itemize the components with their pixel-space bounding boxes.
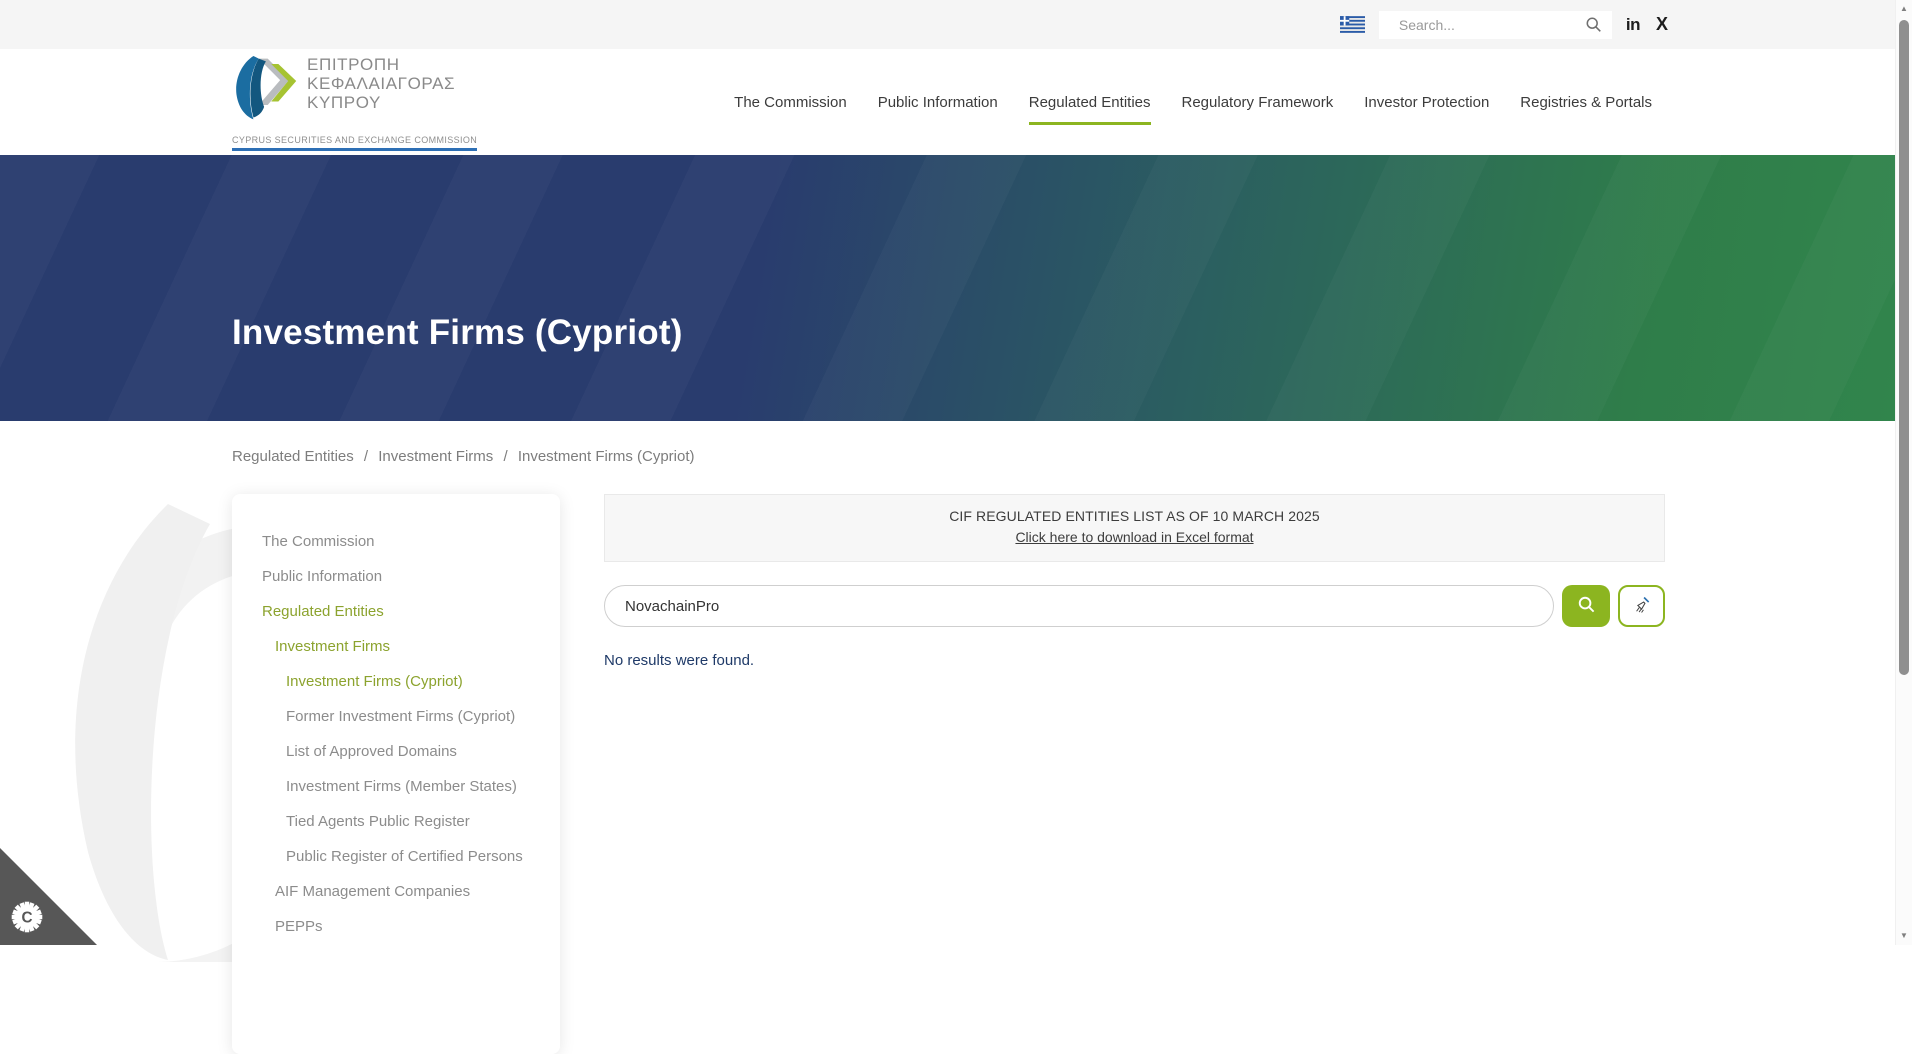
svg-text:C: C (21, 909, 32, 926)
scroll-down-icon[interactable]: ▼ (1896, 929, 1912, 943)
topbar: in X (0, 0, 1895, 49)
notice-title: CIF REGULATED ENTITIES LIST AS OF 10 MAR… (615, 508, 1654, 524)
magnifier-icon (1577, 595, 1596, 617)
breadcrumb-separator: / (364, 448, 368, 465)
nav-public-information[interactable]: Public Information (878, 94, 998, 111)
sidebar-item-public-information[interactable]: Public Information (232, 559, 560, 594)
sidebar-item-investment-firms[interactable]: Investment Firms (232, 629, 560, 664)
cookie-settings-gear-icon[interactable]: C (9, 899, 45, 938)
excel-download-link[interactable]: Click here to download in Excel format (1015, 529, 1253, 545)
search-button[interactable] (1562, 585, 1610, 627)
sidebar-item-the-commission[interactable]: The Commission (232, 524, 560, 559)
breadcrumb: Regulated Entities / Investment Firms / … (232, 448, 1895, 465)
clear-search-button[interactable] (1618, 585, 1665, 627)
sidebar-item-former-investment-firms[interactable]: Former Investment Firms (Cypriot) (232, 699, 560, 734)
search-icon[interactable] (1585, 16, 1612, 33)
page: in X ΕΠΙΤΡΟΠΗ ΚΕΦΑΛΑΙΑΓΟΡΑΣ ΚΥΠΡΟΥ (0, 0, 1895, 945)
cysec-logo-mark-icon (232, 53, 298, 130)
logo-title-line: ΚΕΦΑΛΑΙΑΓΟΡΑΣ (307, 74, 455, 93)
hero-banner: Investment Firms (Cypriot) (0, 155, 1895, 421)
primary-nav: The Commission Public Information Regula… (734, 94, 1652, 111)
site-header: ΕΠΙΤΡΟΠΗ ΚΕΦΑΛΑΙΑΓΟΡΑΣ ΚΥΠΡΟΥ CYPRUS SEC… (0, 49, 1895, 155)
greek-flag-icon[interactable] (1340, 16, 1365, 33)
content-area: The Commission Public Information Regula… (0, 494, 1895, 1054)
scrollbar[interactable]: ▲ ▼ (1895, 0, 1912, 945)
breadcrumb-current-page: Investment Firms (Cypriot) (518, 448, 695, 465)
sidebar-item-investment-firms-cypriot[interactable]: Investment Firms (Cypriot) (232, 664, 560, 699)
page-title: Investment Firms (Cypriot) (232, 313, 683, 353)
topbar-search-input[interactable] (1379, 11, 1585, 39)
entity-search-input[interactable] (604, 585, 1554, 627)
main-panel: CIF REGULATED ENTITIES LIST AS OF 10 MAR… (604, 494, 1665, 669)
topbar-search (1379, 11, 1612, 39)
scrollbar-thumb[interactable] (1899, 20, 1909, 675)
breadcrumb-investment-firms[interactable]: Investment Firms (378, 448, 493, 465)
breadcrumb-regulated-entities[interactable]: Regulated Entities (232, 448, 354, 465)
sidebar-item-aif-management[interactable]: AIF Management Companies (232, 874, 560, 909)
linkedin-icon[interactable]: in (1626, 15, 1640, 35)
sidebar-item-member-states[interactable]: Investment Firms (Member States) (232, 769, 560, 804)
sidebar-item-approved-domains[interactable]: List of Approved Domains (232, 734, 560, 769)
nav-regulated-entities[interactable]: Regulated Entities (1029, 94, 1151, 111)
sidebar-menu: The Commission Public Information Regula… (232, 494, 560, 1054)
broom-icon (1632, 595, 1652, 618)
empty-results-message: No results were found. (604, 652, 1665, 669)
sidebar-item-certified-persons[interactable]: Public Register of Certified Persons (232, 839, 560, 874)
logo-title-line: ΕΠΙΤΡΟΠΗ (307, 55, 455, 74)
sidebar-item-regulated-entities[interactable]: Regulated Entities (232, 594, 560, 629)
nav-regulatory-framework[interactable]: Regulatory Framework (1182, 94, 1334, 111)
scroll-up-icon[interactable]: ▲ (1896, 2, 1912, 16)
nav-investor-protection[interactable]: Investor Protection (1364, 94, 1489, 111)
sidebar-item-pepps[interactable]: PEPPs (232, 909, 560, 944)
logo-title-line: ΚΥΠΡΟΥ (307, 93, 455, 112)
x-twitter-icon[interactable]: X (1656, 14, 1668, 35)
nav-the-commission[interactable]: The Commission (734, 94, 847, 111)
entity-search-row (604, 585, 1665, 627)
breadcrumb-separator: / (503, 448, 507, 465)
cysec-logo[interactable]: ΕΠΙΤΡΟΠΗ ΚΕΦΑΛΑΙΑΓΟΡΑΣ ΚΥΠΡΟΥ CYPRUS SEC… (232, 53, 477, 151)
nav-registries-portals[interactable]: Registries & Portals (1520, 94, 1652, 111)
cif-list-notice: CIF REGULATED ENTITIES LIST AS OF 10 MAR… (604, 494, 1665, 562)
logo-subtitle: CYPRUS SECURITIES AND EXCHANGE COMMISSIO… (232, 135, 477, 151)
sidebar-item-tied-agents[interactable]: Tied Agents Public Register (232, 804, 560, 839)
